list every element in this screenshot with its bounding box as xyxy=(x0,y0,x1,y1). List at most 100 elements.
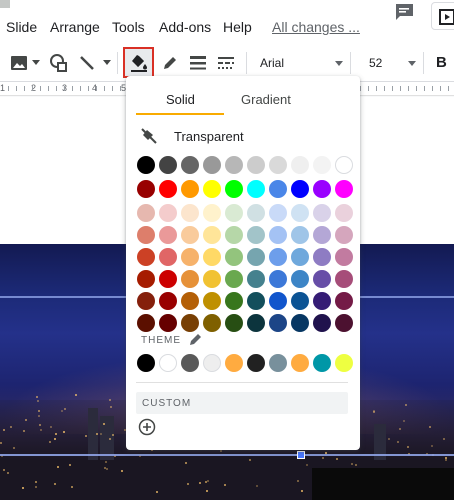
color-swatch[interactable] xyxy=(335,270,353,288)
color-swatch[interactable] xyxy=(137,292,155,310)
color-swatch[interactable] xyxy=(291,270,309,288)
color-swatch[interactable] xyxy=(159,226,177,244)
color-swatch[interactable] xyxy=(137,156,155,174)
color-swatch[interactable] xyxy=(203,248,221,266)
color-swatch[interactable] xyxy=(247,248,265,266)
comment-icon[interactable] xyxy=(393,2,415,22)
color-swatch[interactable] xyxy=(291,314,309,332)
color-swatch[interactable] xyxy=(247,292,265,310)
color-swatch[interactable] xyxy=(203,314,221,332)
color-swatch[interactable] xyxy=(181,226,199,244)
color-swatch[interactable] xyxy=(225,180,243,198)
theme-color-swatch[interactable] xyxy=(137,354,155,372)
add-custom-color-icon[interactable] xyxy=(138,418,156,436)
theme-color-swatch[interactable] xyxy=(203,354,221,372)
color-swatch[interactable] xyxy=(247,204,265,222)
line-icon[interactable] xyxy=(76,51,98,75)
color-swatch[interactable] xyxy=(247,314,265,332)
color-swatch[interactable] xyxy=(335,156,353,174)
color-swatch[interactable] xyxy=(313,204,331,222)
color-swatch[interactable] xyxy=(159,156,177,174)
pen-icon[interactable] xyxy=(159,51,181,75)
color-swatch[interactable] xyxy=(203,156,221,174)
menu-arrange[interactable]: Arrange xyxy=(50,19,100,35)
color-swatch[interactable] xyxy=(225,156,243,174)
border-weight-icon[interactable] xyxy=(187,51,209,75)
color-swatch[interactable] xyxy=(225,270,243,288)
color-swatch[interactable] xyxy=(269,180,287,198)
color-swatch[interactable] xyxy=(181,156,199,174)
all-changes-saved-link[interactable]: All changes ... xyxy=(272,19,360,35)
color-swatch[interactable] xyxy=(335,248,353,266)
color-swatch[interactable] xyxy=(181,248,199,266)
color-swatch[interactable] xyxy=(313,180,331,198)
fill-color-button[interactable] xyxy=(123,47,154,78)
color-swatch[interactable] xyxy=(291,156,309,174)
color-swatch[interactable] xyxy=(269,248,287,266)
color-swatch[interactable] xyxy=(313,226,331,244)
color-swatch[interactable] xyxy=(313,314,331,332)
color-swatch[interactable] xyxy=(159,204,177,222)
color-swatch[interactable] xyxy=(291,248,309,266)
color-swatch[interactable] xyxy=(291,204,309,222)
color-swatch[interactable] xyxy=(269,270,287,288)
color-swatch[interactable] xyxy=(181,314,199,332)
menu-add-ons[interactable]: Add-ons xyxy=(159,19,211,35)
theme-color-swatch[interactable] xyxy=(159,354,177,372)
color-swatch[interactable] xyxy=(335,180,353,198)
color-swatch[interactable] xyxy=(247,270,265,288)
color-swatch[interactable] xyxy=(269,156,287,174)
image-icon[interactable] xyxy=(8,51,30,75)
resize-handle[interactable] xyxy=(297,451,305,459)
theme-color-swatch[interactable] xyxy=(269,354,287,372)
menu-help[interactable]: Help xyxy=(223,19,252,35)
color-swatch[interactable] xyxy=(247,180,265,198)
color-swatch[interactable] xyxy=(203,204,221,222)
edit-theme-pencil-icon[interactable] xyxy=(189,332,203,351)
color-swatch[interactable] xyxy=(225,204,243,222)
font-size-select[interactable]: 52 xyxy=(369,56,382,70)
color-swatch[interactable] xyxy=(313,248,331,266)
line-chevron-down-icon[interactable] xyxy=(101,51,113,75)
tab-gradient[interactable]: Gradient xyxy=(241,92,291,107)
color-swatch[interactable] xyxy=(225,226,243,244)
color-swatch[interactable] xyxy=(335,204,353,222)
color-swatch[interactable] xyxy=(181,270,199,288)
color-swatch[interactable] xyxy=(137,226,155,244)
bold-button[interactable]: B xyxy=(436,54,447,71)
font-family-select[interactable]: Arial xyxy=(260,56,284,70)
color-swatch[interactable] xyxy=(203,292,221,310)
color-swatch[interactable] xyxy=(203,226,221,244)
color-swatch[interactable] xyxy=(225,292,243,310)
color-swatch[interactable] xyxy=(313,270,331,288)
dark-shape[interactable] xyxy=(312,468,454,500)
color-swatch[interactable] xyxy=(181,180,199,198)
color-swatch[interactable] xyxy=(137,204,155,222)
color-swatch[interactable] xyxy=(159,180,177,198)
color-swatch[interactable] xyxy=(247,156,265,174)
theme-color-swatch[interactable] xyxy=(335,354,353,372)
image-chevron-down-icon[interactable] xyxy=(31,51,41,75)
color-swatch[interactable] xyxy=(291,226,309,244)
present-button[interactable] xyxy=(431,2,454,30)
color-swatch[interactable] xyxy=(159,314,177,332)
color-swatch[interactable] xyxy=(159,248,177,266)
color-swatch[interactable] xyxy=(181,204,199,222)
theme-color-swatch[interactable] xyxy=(291,354,309,372)
color-swatch[interactable] xyxy=(137,314,155,332)
border-dash-icon[interactable] xyxy=(215,51,237,75)
shapes-icon[interactable] xyxy=(48,51,70,75)
color-swatch[interactable] xyxy=(137,270,155,288)
transparent-icon[interactable] xyxy=(140,126,158,146)
color-swatch[interactable] xyxy=(313,292,331,310)
size-chevron-down-icon[interactable] xyxy=(408,61,416,66)
color-swatch[interactable] xyxy=(225,248,243,266)
color-swatch[interactable] xyxy=(335,314,353,332)
theme-color-swatch[interactable] xyxy=(247,354,265,372)
color-swatch[interactable] xyxy=(225,314,243,332)
theme-color-swatch[interactable] xyxy=(225,354,243,372)
color-swatch[interactable] xyxy=(247,226,265,244)
color-swatch[interactable] xyxy=(335,292,353,310)
color-swatch[interactable] xyxy=(159,270,177,288)
theme-color-swatch[interactable] xyxy=(181,354,199,372)
